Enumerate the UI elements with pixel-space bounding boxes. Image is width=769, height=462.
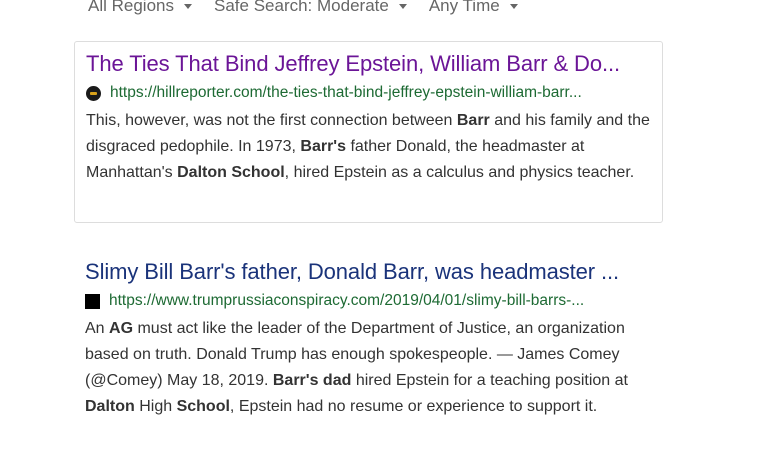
snippet-highlight: Barr bbox=[456, 112, 490, 129]
snippet-text: An bbox=[85, 320, 110, 337]
snippet-highlight: Dalton School bbox=[177, 164, 285, 181]
search-filters-bar: All Regions Safe Search: Moderate Any Ti… bbox=[88, 0, 540, 18]
trumprussiaconspiracy-favicon-icon bbox=[85, 293, 100, 309]
snippet-highlight: Barr's bbox=[300, 138, 346, 155]
snippet-text: High bbox=[134, 398, 177, 415]
caret-down-icon bbox=[184, 4, 192, 9]
result-url-link[interactable]: https://www.trumprussiaconspiracy.com/20… bbox=[109, 292, 584, 310]
snippet-highlight: Dalton bbox=[85, 398, 135, 415]
search-result: Slimy Bill Barr's father, Donald Barr, w… bbox=[74, 250, 663, 450]
caret-down-icon bbox=[509, 4, 518, 9]
snippet-highlight: AG bbox=[109, 320, 134, 337]
result-title-link[interactable]: Slimy Bill Barr's father, Donald Barr, w… bbox=[85, 258, 652, 286]
result-url-link[interactable]: https://hillreporter.com/the-ties-that-b… bbox=[110, 84, 582, 102]
result-url-row: https://hillreporter.com/the-ties-that-b… bbox=[86, 82, 651, 104]
region-filter-dropdown[interactable]: All Regions bbox=[88, 0, 192, 18]
search-result: The Ties That Bind Jeffrey Epstein, Will… bbox=[74, 41, 663, 223]
caret-down-icon bbox=[398, 4, 407, 9]
snippet-highlight: School bbox=[176, 398, 230, 415]
snippet-text: , hired Epstein as a calculus and physic… bbox=[284, 164, 635, 181]
snippet-text: This, however, was not the first connect… bbox=[86, 112, 457, 129]
result-snippet: An AG must act like the leader of the De… bbox=[85, 316, 652, 420]
result-url-row: https://www.trumprussiaconspiracy.com/20… bbox=[85, 290, 652, 312]
snippet-text: hired Epstein for a teaching position at bbox=[351, 372, 628, 389]
snippet-text: , Epstein had no resume or experience to… bbox=[229, 398, 598, 415]
snippet-highlight: Barr's dad bbox=[272, 372, 352, 389]
region-filter-label: All Regions bbox=[88, 0, 174, 15]
result-snippet: This, however, was not the first connect… bbox=[86, 108, 651, 186]
safe-search-filter-dropdown[interactable]: Safe Search: Moderate bbox=[214, 0, 407, 18]
result-title-link[interactable]: The Ties That Bind Jeffrey Epstein, Will… bbox=[86, 50, 651, 78]
time-filter-label: Any Time bbox=[428, 0, 500, 15]
hillreporter-favicon-icon bbox=[86, 85, 101, 101]
time-filter-dropdown[interactable]: Any Time bbox=[429, 0, 518, 18]
safe-search-filter-label: Safe Search: Moderate bbox=[214, 0, 389, 15]
